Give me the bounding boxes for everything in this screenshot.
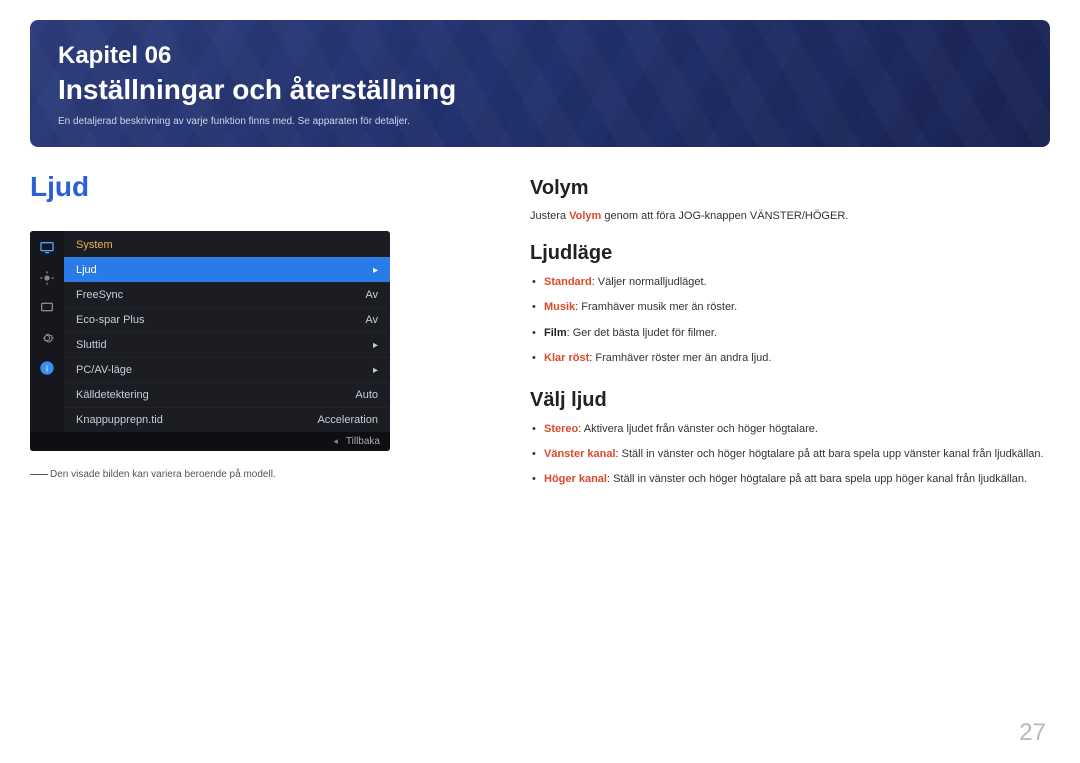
osd-row: Eco-spar Plus Av <box>64 307 390 332</box>
back-arrow-icon <box>333 436 346 447</box>
heading-valjljud: Välj ljud <box>530 389 1050 412</box>
volym-text-post: genom att föra JOG-knappen VÄNSTER/HÖGER… <box>601 210 848 222</box>
brightness-icon <box>38 269 56 287</box>
osd-screenshot: i System Ljud FreeSync Av Eco-spar Plus Av Sl… <box>30 231 390 451</box>
list-item: Standard: Väljer normalljudläget. <box>530 275 1050 290</box>
list-item: Höger kanal: Ställ in vänster och höger … <box>530 472 1050 487</box>
footnote-dash-icon <box>30 474 48 475</box>
list-item: Musik: Framhäver musik mer än röster. <box>530 300 1050 315</box>
osd-row: PC/AV-läge <box>64 357 390 382</box>
osd-row-label: Knappupprepn.tid <box>76 414 163 426</box>
osd-header: System <box>64 231 390 257</box>
osd-row: Sluttid <box>64 332 390 357</box>
left-column: Ljud <box>30 171 470 510</box>
footnote-text: Den visade bilden kan variera beroende p… <box>50 469 276 480</box>
osd-row: Knappupprepn.tid Acceleration <box>64 407 390 432</box>
osd-row-value: Auto <box>355 389 378 401</box>
list-item-lead: Klar röst <box>544 352 589 364</box>
valjljud-list: Stereo: Aktivera ljudet från vänster och… <box>530 422 1050 488</box>
list-item: Klar röst: Framhäver röster mer än andra… <box>530 351 1050 366</box>
volym-text-highlight: Volym <box>569 210 601 222</box>
chapter-label: Kapitel 06 <box>58 42 1022 70</box>
svg-text:i: i <box>46 363 48 373</box>
list-item-rest: : Ger det bästa ljudet för filmer. <box>567 327 717 339</box>
osd-row-label: Källdetektering <box>76 389 149 401</box>
gear-icon <box>38 329 56 347</box>
info-icon: i <box>38 359 56 377</box>
list-item-lead: Musik <box>544 301 575 313</box>
osd-body: i System Ljud FreeSync Av Eco-spar Plus Av Sl… <box>30 231 390 432</box>
list-item-rest: : Aktivera ljudet från vänster och höger… <box>578 423 818 435</box>
osd-row-value: Av <box>365 314 378 326</box>
page-number: 27 <box>1019 719 1046 747</box>
list-item-lead: Vänster kanal <box>544 448 616 460</box>
osd-sidebar: i <box>30 231 64 432</box>
osd-row: Ljud <box>64 257 390 282</box>
list-item-rest: : Ställ in vänster och höger högtalare p… <box>607 473 1027 485</box>
chevron-right-icon <box>373 364 378 376</box>
osd-row-label: Eco-spar Plus <box>76 314 144 326</box>
footnote: Den visade bilden kan variera beroende p… <box>30 465 470 480</box>
right-column: Volym Justera Volym genom att föra JOG-k… <box>530 171 1050 510</box>
osd-rows: Ljud FreeSync Av Eco-spar Plus Av Sluttid PC/A… <box>64 257 390 432</box>
osd-row: FreeSync Av <box>64 282 390 307</box>
list-item-rest: : Ställ in vänster och höger högtalare p… <box>616 448 1044 460</box>
page-root: Kapitel 06 Inställningar och återställni… <box>0 0 1080 763</box>
osd-row-value: Acceleration <box>317 414 378 426</box>
list-item-rest: : Väljer normalljudläget. <box>592 276 707 288</box>
list-item-lead: Höger kanal <box>544 473 607 485</box>
volym-text: Justera Volym genom att föra JOG-knappen… <box>530 210 1050 222</box>
section-title-ljud: Ljud <box>30 171 470 203</box>
chapter-description: En detaljerad beskrivning av varje funkt… <box>58 116 1022 127</box>
chevron-right-icon <box>373 339 378 351</box>
list-item: Stereo: Aktivera ljudet från vänster och… <box>530 422 1050 437</box>
content-columns: Ljud <box>30 171 1050 510</box>
list-item-lead: Film <box>544 327 567 339</box>
osd-row-label: FreeSync <box>76 289 123 301</box>
list-item-rest: : Framhäver röster mer än andra ljud. <box>589 352 771 364</box>
list-item: Vänster kanal: Ställ in vänster och höge… <box>530 447 1050 462</box>
list-item-lead: Standard <box>544 276 592 288</box>
chevron-right-icon <box>373 264 378 276</box>
heading-ljudlage: Ljudläge <box>530 242 1050 265</box>
list-item-lead: Stereo <box>544 423 578 435</box>
chapter-title: Inställningar och återställning <box>58 74 1022 106</box>
osd-row-label: Ljud <box>76 264 97 276</box>
heading-volym: Volym <box>530 177 1050 200</box>
volym-text-pre: Justera <box>530 210 569 222</box>
osd-row-label: Sluttid <box>76 339 107 351</box>
osd-row-label: PC/AV-läge <box>76 364 132 376</box>
osd-row-value: Av <box>365 289 378 301</box>
osd-footer: Tillbaka <box>30 432 390 451</box>
list-item: Film: Ger det bästa ljudet för filmer. <box>530 326 1050 341</box>
list-item-rest: : Framhäver musik mer än röster. <box>575 301 737 313</box>
monitor-icon <box>38 239 56 257</box>
osd-main: System Ljud FreeSync Av Eco-spar Plus Av Slut… <box>64 231 390 432</box>
osd-footer-label: Tillbaka <box>346 436 380 447</box>
chapter-header: Kapitel 06 Inställningar och återställni… <box>30 20 1050 147</box>
display-icon <box>38 299 56 317</box>
ljudlage-list: Standard: Väljer normalljudläget.Musik: … <box>530 275 1050 367</box>
osd-row: Källdetektering Auto <box>64 382 390 407</box>
